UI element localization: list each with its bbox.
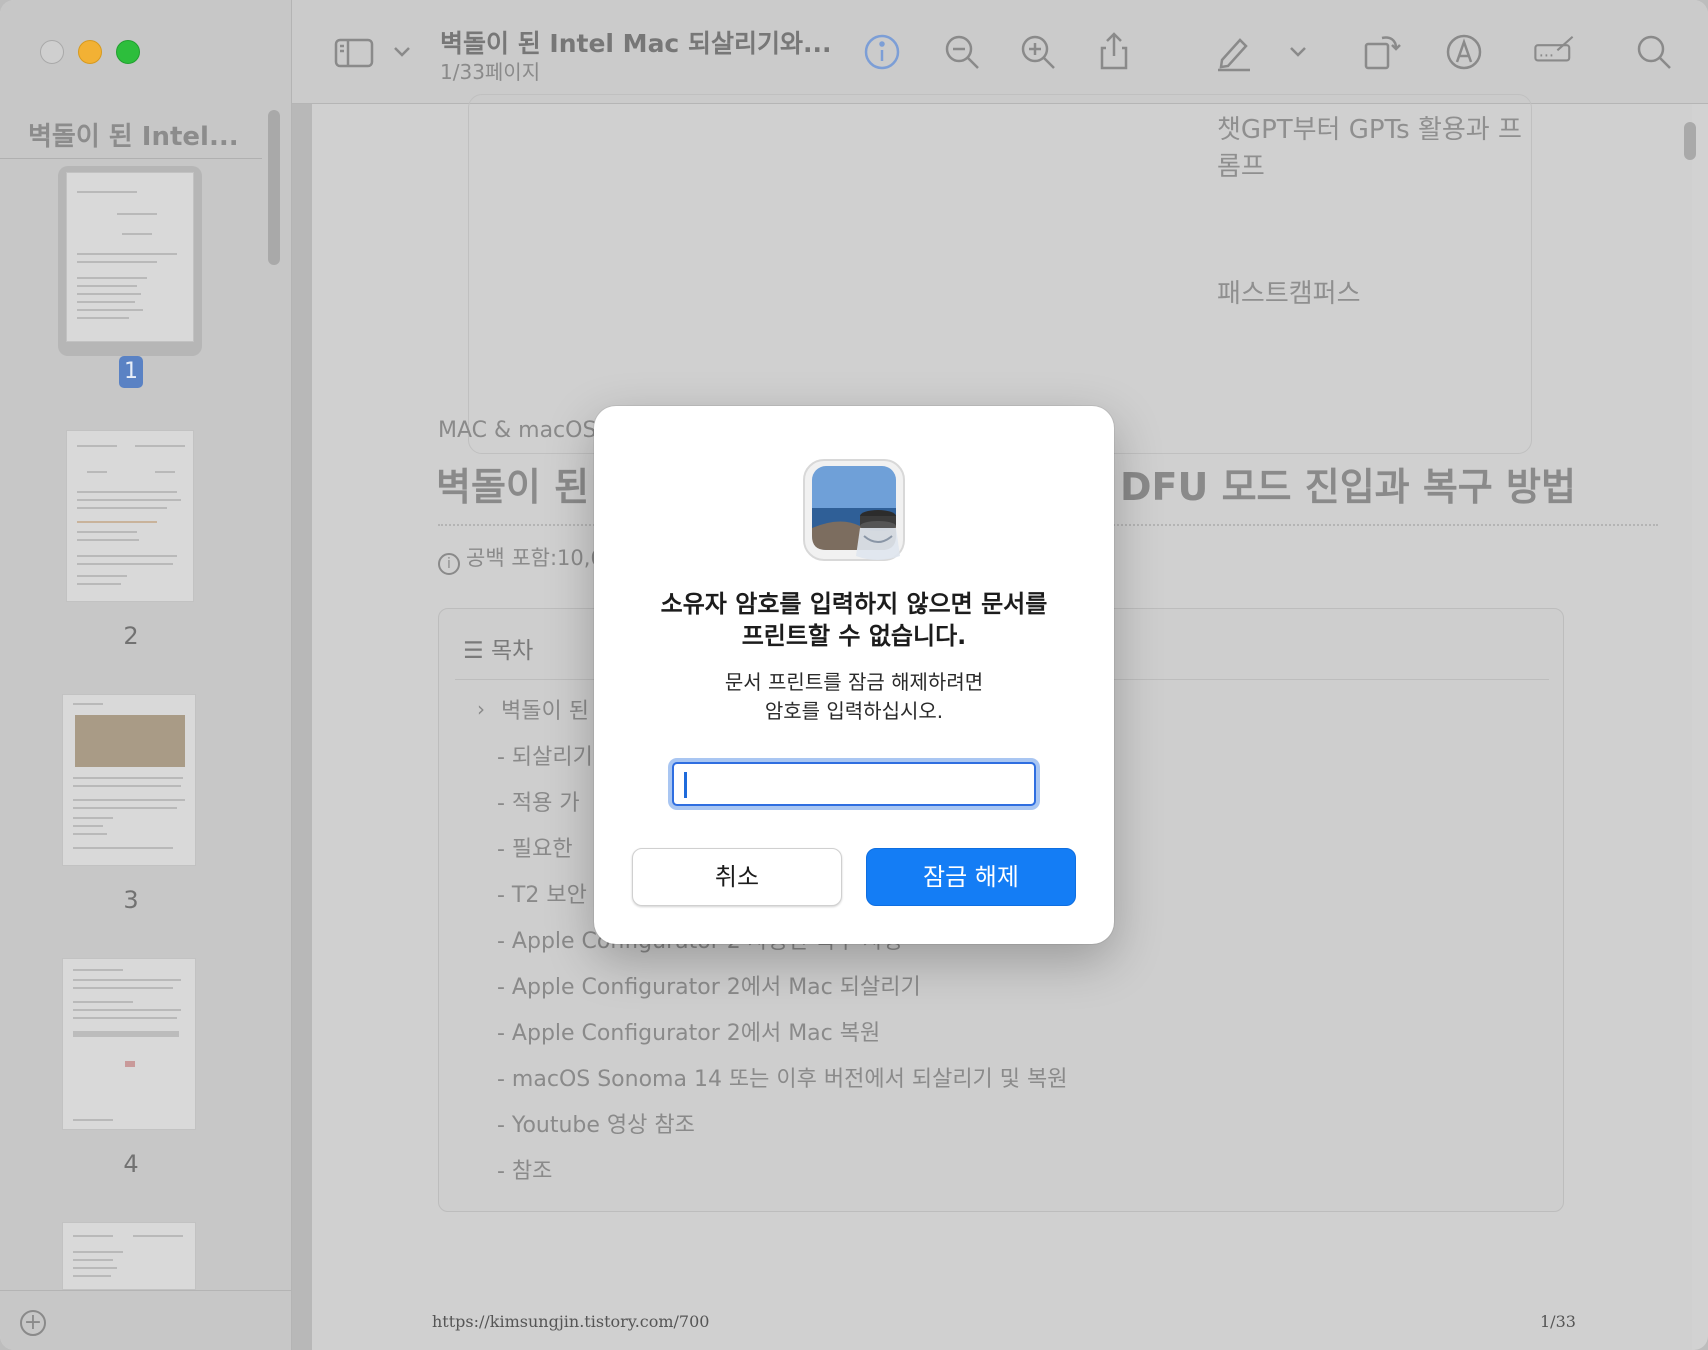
cancel-button[interactable]: 취소 bbox=[632, 848, 842, 906]
promo-card: 챗GPT부터 GPTs 활용과 프롬프 패스트캠퍼스 bbox=[468, 94, 1532, 454]
document-scrollbar[interactable] bbox=[1684, 122, 1696, 160]
footer-url: https://kimsungjin.tistory.com/700 bbox=[432, 1312, 710, 1331]
char-count: 공백 포함:10,6 bbox=[466, 546, 604, 570]
form-fill-icon[interactable] bbox=[1532, 30, 1584, 74]
window-controls bbox=[40, 40, 140, 64]
toc-item[interactable]: - T2 보안 bbox=[497, 877, 587, 909]
chevron-right-icon[interactable]: › bbox=[477, 697, 485, 721]
toolbar: 벽돌이 된 Intel Mac 되살리기와... 1/33페이지 bbox=[292, 0, 1708, 104]
article-meta: i 공백 포함:10,6 bbox=[438, 542, 604, 575]
chevron-down-icon[interactable] bbox=[380, 30, 410, 74]
sidebar-document-title: 벽돌이 된 Intel... bbox=[28, 122, 239, 152]
toc-item[interactable]: 벽돌이 된 bbox=[501, 693, 589, 725]
toc-heading: ☰ 목차 bbox=[463, 638, 534, 664]
info-icon[interactable] bbox=[860, 30, 904, 74]
sidebar-scrollbar[interactable] bbox=[268, 110, 280, 265]
unlock-button[interactable]: 잠금 해제 bbox=[866, 848, 1076, 906]
page-indicator: 1/33페이지 bbox=[440, 60, 541, 84]
toc-item[interactable]: - Apple Configurator 2에서 Mac 복원 bbox=[497, 1015, 880, 1047]
thumbnail-sidebar: 벽돌이 된 Intel... 1 2 3 4 + bbox=[0, 0, 292, 1350]
thumbnail-image bbox=[62, 1222, 196, 1290]
document-title: 벽돌이 된 Intel Mac 되살리기와... bbox=[440, 29, 832, 58]
preview-app-icon bbox=[800, 456, 908, 564]
toc-item[interactable]: - 되살리기 bbox=[497, 739, 593, 771]
toc-item[interactable]: - 적용 가 bbox=[497, 785, 580, 817]
password-field[interactable] bbox=[672, 762, 1036, 806]
annotate-icon[interactable] bbox=[1442, 30, 1486, 74]
article-category: MAC & macOS bbox=[438, 418, 597, 443]
toc-item[interactable]: - Apple Configurator 2에서 Mac 되살리기 bbox=[497, 969, 921, 1001]
article-title: 벽돌이 된 bbox=[436, 465, 590, 509]
dialog-message: 문서 프린트를 잠금 해제하려면 암호를 입력하십시오. bbox=[724, 670, 984, 723]
page-number-3: 3 bbox=[123, 886, 139, 914]
zoom-out-icon[interactable] bbox=[940, 30, 984, 74]
document-gutter bbox=[292, 104, 312, 1350]
markup-pen-icon[interactable] bbox=[1212, 30, 1256, 74]
thumbnail-image bbox=[62, 958, 196, 1130]
sidebar-bottom-divider bbox=[0, 1290, 292, 1291]
list-icon: ☰ bbox=[463, 638, 491, 664]
sidebar-divider bbox=[0, 158, 262, 159]
sidebar-icon[interactable] bbox=[332, 30, 376, 74]
chevron-down-icon[interactable] bbox=[1276, 30, 1306, 74]
page-number-2: 2 bbox=[123, 622, 139, 650]
zoom-window-button[interactable] bbox=[116, 40, 140, 64]
add-page-button[interactable]: + bbox=[20, 1310, 46, 1336]
promo-brand: 패스트캠퍼스 bbox=[1217, 279, 1361, 309]
thumbnail-image bbox=[66, 172, 194, 342]
thumbnail-image bbox=[66, 430, 194, 602]
text-caret bbox=[684, 772, 687, 798]
dialog-title: 소유자 암호를 입력하지 않으면 문서를 프린트할 수 없습니다. bbox=[660, 590, 1048, 650]
article-title-continued: DFU 모드 진입과 복구 방법 bbox=[1120, 465, 1576, 509]
page-number-4: 4 bbox=[123, 1150, 139, 1178]
thumbnail-image bbox=[62, 694, 196, 866]
info-icon: i bbox=[438, 553, 460, 575]
minimize-window-button[interactable] bbox=[78, 40, 102, 64]
unlock-print-dialog: 소유자 암호를 입력하지 않으면 문서를 프린트할 수 없습니다. 문서 프린트… bbox=[594, 406, 1114, 944]
close-window-button[interactable] bbox=[40, 40, 64, 64]
toc-item[interactable]: - macOS Sonoma 14 또는 이후 버전에서 되살리기 및 복원 bbox=[497, 1061, 1068, 1093]
zoom-in-icon[interactable] bbox=[1016, 30, 1060, 74]
preview-window: 벽돌이 된 Intel... 1 2 3 4 + 벽돌이 된 Intel Mac… bbox=[0, 0, 1708, 1350]
search-icon[interactable] bbox=[1632, 30, 1676, 74]
footer-page-count: 1/33 bbox=[1540, 1312, 1576, 1331]
toc-item[interactable]: - 참조 bbox=[497, 1153, 552, 1185]
promo-text: 챗GPT부터 GPTs 활용과 프롬프 bbox=[1217, 115, 1522, 182]
rotate-icon[interactable] bbox=[1360, 30, 1404, 74]
page-number-1: 1 bbox=[0, 356, 262, 388]
toc-item[interactable]: - Youtube 영상 참조 bbox=[497, 1107, 695, 1139]
share-icon[interactable] bbox=[1092, 30, 1136, 74]
toc-item[interactable]: - 필요한 bbox=[497, 831, 573, 863]
